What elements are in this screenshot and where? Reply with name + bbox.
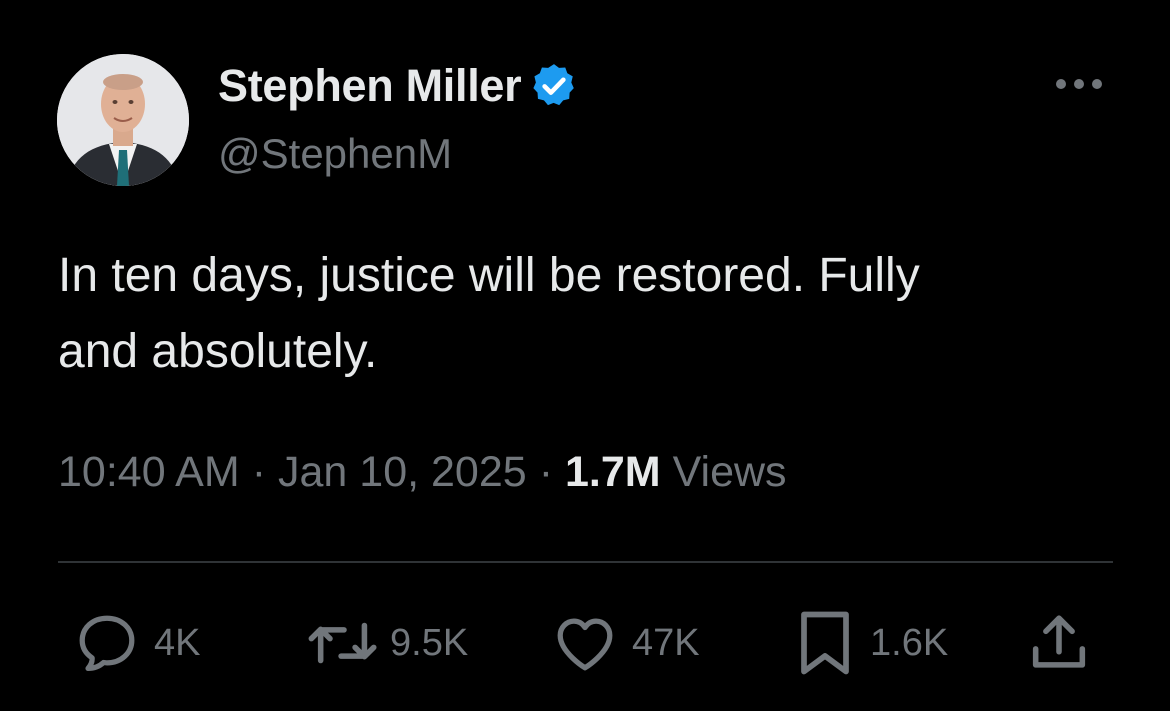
dot xyxy=(1092,79,1102,89)
tweet-date[interactable]: Jan 10, 2025 xyxy=(278,448,527,497)
tweet-text: In ten days, justice will be restored. F… xyxy=(58,249,920,378)
verified-badge-icon xyxy=(529,61,579,111)
reply-icon xyxy=(79,615,135,671)
views-count[interactable]: 1.7M xyxy=(565,448,661,497)
views-label[interactable]: Views xyxy=(673,448,787,497)
like-count: 47K xyxy=(632,621,700,664)
bookmark-count: 1.6K xyxy=(870,621,949,664)
share-icon xyxy=(1032,615,1086,668)
like-button[interactable]: 47K xyxy=(550,600,700,686)
meta-separator: · xyxy=(538,448,554,496)
tweet-meta: 10:40 AM · Jan 10, 2025 · 1.7M Views xyxy=(58,448,787,497)
more-options-icon[interactable] xyxy=(1056,72,1110,96)
author-handle[interactable]: @StephenM xyxy=(218,130,452,178)
dot xyxy=(1074,79,1084,89)
heart-icon xyxy=(557,618,613,671)
reply-count: 4K xyxy=(154,621,201,664)
bookmark-button[interactable]: 1.6K xyxy=(792,600,948,686)
action-bar: 4K 9.5K 47K 1.6K xyxy=(0,600,1170,690)
tweet-time[interactable]: 10:40 AM xyxy=(58,448,240,497)
author-avatar[interactable] xyxy=(57,54,189,186)
reply-button[interactable]: 4K xyxy=(72,600,200,686)
meta-separator: · xyxy=(251,448,267,496)
repost-button[interactable]: 9.5K xyxy=(304,600,468,686)
bookmark-icon xyxy=(801,611,849,675)
tweet-card: Stephen Miller @StephenM In ten days, ju… xyxy=(0,0,1170,711)
repost-count: 9.5K xyxy=(390,621,469,664)
avatar-photo xyxy=(57,54,189,186)
share-button[interactable] xyxy=(1024,600,1094,686)
dot xyxy=(1056,79,1066,89)
repost-icon xyxy=(308,622,377,664)
author-display-name[interactable]: Stephen Miller xyxy=(218,60,522,112)
divider xyxy=(58,561,1113,563)
author-name-row[interactable]: Stephen Miller xyxy=(218,60,579,112)
